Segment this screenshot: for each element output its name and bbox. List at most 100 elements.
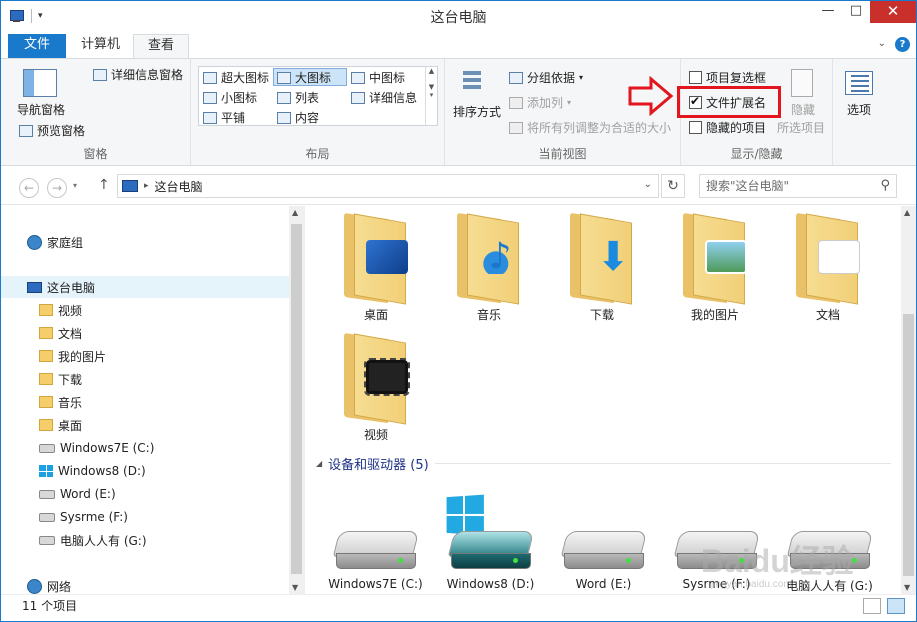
close-button[interactable]: ✕	[870, 1, 916, 23]
layout-medium-icons[interactable]: 中图标	[351, 69, 405, 86]
group-by-button[interactable]: 分组依据 ▾	[509, 69, 583, 86]
layout-gallery-scroll[interactable]: ▲ ▼ ▾	[425, 67, 437, 125]
layout-large-icons[interactable]: 大图标	[277, 69, 331, 86]
nav-item-label: 文档	[58, 326, 83, 341]
hard-drive-icon	[332, 521, 420, 571]
nav-item-drive-c[interactable]: Windows7E (C:)	[1, 437, 289, 459]
nav-item-homegroup[interactable]: 家庭组	[1, 231, 289, 253]
layout-small-icons[interactable]: 小图标	[203, 89, 257, 106]
extra-large-icons-icon	[203, 71, 217, 84]
drive-tile-e[interactable]: Word (E:)	[546, 521, 661, 591]
nav-item-pictures[interactable]: 我的图片	[1, 345, 289, 367]
add-column-button[interactable]: 添加列 ▾	[509, 94, 571, 111]
sort-by-button[interactable]: 排序方式	[453, 103, 501, 120]
devices-section-header[interactable]: ◢ 设备和驱动器 (5)	[316, 454, 891, 473]
nav-item-music[interactable]: 音乐	[1, 391, 289, 413]
breadcrumb-this-pc[interactable]: 这台电脑	[155, 178, 203, 195]
folder-tile-documents[interactable]: 文档	[778, 210, 878, 323]
layout-details[interactable]: 详细信息	[351, 89, 417, 106]
folder-tile-desktop[interactable]: 桌面	[326, 210, 426, 323]
help-icon[interactable]: ?	[895, 37, 910, 52]
tile-label: Windows7E (C:)	[328, 577, 423, 591]
item-count: 11 个项目	[22, 599, 78, 613]
fit-columns-button[interactable]: 将所有列调整为合适的大小	[509, 119, 671, 136]
search-input[interactable]: 搜索"这台电脑" ⚲	[699, 174, 897, 198]
scrollbar-thumb[interactable]	[291, 224, 302, 574]
nav-item-label: 下载	[58, 372, 83, 387]
folder-tile-music[interactable]: ♪ 音乐	[439, 210, 539, 323]
minimize-button[interactable]: —	[814, 1, 842, 23]
up-button[interactable]: ↑	[98, 177, 110, 193]
maximize-button[interactable]: □	[842, 1, 870, 23]
folder-tile-videos[interactable]: 视频	[326, 330, 426, 443]
nav-item-this-pc[interactable]: 这台电脑	[1, 276, 289, 298]
nav-item-label: Word (E:)	[60, 487, 116, 501]
address-dropdown-icon[interactable]: ⌄	[644, 179, 652, 190]
forward-button[interactable]: →	[47, 178, 67, 198]
large-icons-view-button[interactable]	[887, 598, 905, 614]
tab-view[interactable]: 查看	[133, 34, 190, 59]
homegroup-icon	[27, 234, 42, 250]
nav-item-label: 家庭组	[47, 235, 84, 250]
explorer-window: ▾ 这台电脑 — □ ✕ 文件 计算机 查看 ⌄ ? 导航窗格 预览窗格 详细信…	[0, 0, 917, 622]
navigation-pane-button[interactable]: 导航窗格	[17, 101, 65, 118]
hidden-items-checkbox[interactable]	[689, 121, 702, 134]
hide-selected-button[interactable]: 所选项目	[777, 119, 825, 136]
layout-tiles[interactable]: 平铺	[203, 109, 245, 126]
scroll-up-icon[interactable]: ▲	[904, 208, 910, 217]
folder-icon	[39, 327, 53, 339]
options-button[interactable]: 选项	[847, 101, 871, 118]
layout-content-label: 内容	[295, 111, 320, 125]
group-options: 选项	[833, 59, 893, 165]
nav-item-desktop[interactable]: 桌面	[1, 414, 289, 436]
folder-icon	[39, 396, 53, 408]
nav-item-drive-f[interactable]: Sysrme (F:)	[1, 506, 289, 528]
group-label-show-hide: 显示/隐藏	[730, 147, 783, 161]
layout-extra-large-icons[interactable]: 超大图标	[203, 69, 269, 86]
layout-tiles-label: 平铺	[221, 111, 246, 125]
content-scrollbar[interactable]: ▲ ▼	[901, 206, 916, 594]
tab-file[interactable]: 文件	[8, 34, 66, 58]
scroll-down-icon[interactable]: ▼	[904, 583, 910, 592]
hidden-items-option[interactable]: 隐藏的项目	[689, 119, 766, 136]
navigation-pane-scrollbar[interactable]: ▲ ▼	[289, 206, 304, 594]
hide-button[interactable]: 隐藏	[791, 101, 815, 118]
details-pane-icon	[93, 68, 107, 81]
folder-icon	[39, 373, 53, 385]
tab-computer[interactable]: 计算机	[67, 34, 134, 58]
collapse-icon[interactable]: ◢	[316, 459, 322, 468]
nav-item-downloads[interactable]: 下载	[1, 368, 289, 390]
layout-list[interactable]: 列表	[277, 89, 319, 106]
drive-tile-c[interactable]: Windows7E (C:)	[318, 521, 433, 591]
scroll-up-icon[interactable]: ▲	[292, 208, 298, 217]
drive-tile-d[interactable]: Windows8 (D:)	[433, 521, 548, 591]
add-column-label: 添加列	[527, 96, 564, 110]
refresh-button[interactable]: ↻	[661, 174, 685, 198]
chevron-down-icon[interactable]: ⌄	[878, 38, 886, 49]
address-bar[interactable]: ▸ 这台电脑 ⌄	[117, 174, 659, 198]
search-icon[interactable]: ⚲	[880, 175, 890, 197]
preview-pane-button[interactable]: 预览窗格	[19, 122, 85, 139]
scroll-down-icon[interactable]: ▼	[292, 583, 298, 592]
tile-label: Windows8 (D:)	[446, 577, 535, 591]
nav-item-label: Windows7E (C:)	[60, 441, 155, 455]
recent-locations-icon[interactable]: ▾	[73, 181, 77, 190]
item-checkboxes-option[interactable]: 项目复选框	[689, 69, 766, 86]
nav-item-label: 电脑人人有 (G:)	[60, 533, 147, 548]
nav-item-drive-g[interactable]: 电脑人人有 (G:)	[1, 529, 289, 551]
large-icons-icon	[277, 71, 291, 84]
details-view-button[interactable]	[863, 598, 881, 614]
item-checkboxes-checkbox[interactable]	[689, 71, 702, 84]
back-button[interactable]: ←	[19, 178, 39, 198]
nav-item-drive-e[interactable]: Word (E:)	[1, 483, 289, 505]
folder-tile-downloads[interactable]: ⬇ 下载	[552, 210, 652, 323]
breadcrumb-chevron-icon[interactable]: ▸	[144, 181, 149, 191]
nav-item-videos[interactable]: 视频	[1, 299, 289, 321]
layout-content[interactable]: 内容	[277, 109, 319, 126]
downloads-folder-icon: ⬇	[566, 210, 638, 305]
nav-item-drive-d[interactable]: Windows8 (D:)	[1, 460, 289, 482]
scrollbar-thumb[interactable]	[903, 314, 914, 576]
nav-item-documents[interactable]: 文档	[1, 322, 289, 344]
folder-tile-pictures[interactable]: 我的图片	[665, 210, 765, 323]
details-pane-button[interactable]: 详细信息窗格	[93, 66, 183, 83]
